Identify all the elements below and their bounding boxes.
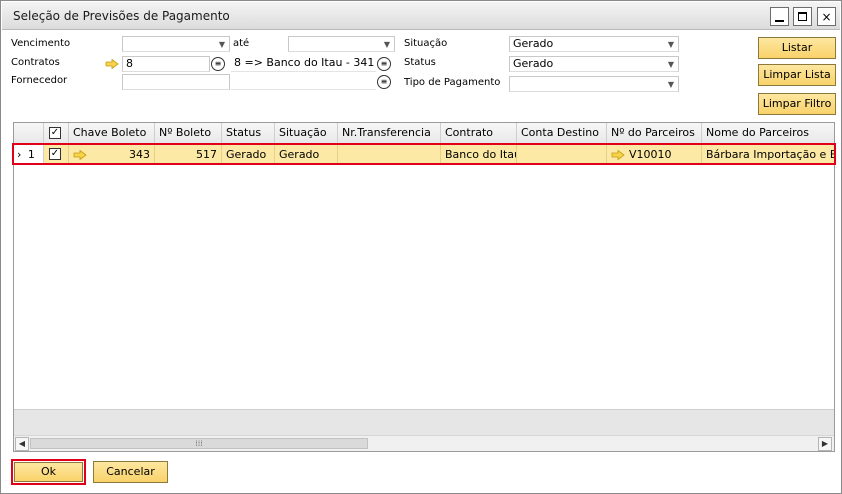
row-number-header (14, 123, 44, 144)
nome-parceiro-cell[interactable]: Bárbara Importação e Exp (702, 145, 834, 165)
row-number: 1 (27, 148, 35, 161)
n-parceiro-cell[interactable]: V10010 (607, 145, 702, 165)
column-header[interactable]: Status (222, 123, 275, 144)
horizontal-scrollbar[interactable]: ◀ ⁞⁞⁞ ▶ (14, 435, 834, 451)
row-number-cell[interactable]: › 1 (14, 145, 44, 165)
ok-button[interactable]: Ok (14, 462, 83, 482)
chevron-down-icon[interactable]: ▼ (668, 38, 674, 51)
contratos-value: 8 (126, 57, 133, 70)
scroll-left-icon[interactable]: ◀ (15, 437, 29, 451)
ate-label: até (233, 38, 250, 49)
fornecedor-label: Fornecedor (11, 75, 68, 86)
n-boleto-cell[interactable]: 517 (155, 145, 222, 165)
chevron-down-icon[interactable]: ▼ (219, 38, 225, 51)
contrato-description: 8 => Banco do Itau - 341 - Ita (231, 56, 376, 72)
grid-header: ✓ Chave Boleto Nº Boleto Status Situação… (14, 123, 834, 144)
status-value: Gerado (513, 57, 554, 70)
situacao-label: Situação (404, 38, 448, 49)
column-header[interactable]: Nº do Parceiros (607, 123, 702, 144)
list-icon[interactable]: ≡ (377, 75, 391, 89)
list-icon[interactable]: ≡ (377, 57, 391, 71)
column-header[interactable]: Nr.Transferencia (338, 123, 441, 144)
contratos-input[interactable]: 8 (122, 56, 210, 72)
status-label: Status (404, 57, 436, 68)
tipo-pagamento-select[interactable]: ▼ (509, 76, 679, 92)
column-header[interactable]: Conta Destino (517, 123, 607, 144)
status-select[interactable]: Gerado ▼ (509, 56, 679, 72)
list-icon[interactable]: ≡ (211, 57, 225, 71)
fornecedor-description (231, 74, 376, 90)
row-checkbox[interactable]: ✓ (49, 148, 61, 160)
maximize-icon (798, 12, 807, 21)
column-header[interactable]: Contrato (441, 123, 517, 144)
row-selector-icon: › (17, 148, 22, 161)
nr-transferencia-cell[interactable] (338, 145, 441, 165)
chevron-down-icon[interactable]: ▼ (384, 38, 390, 51)
row-check-cell[interactable]: ✓ (44, 145, 69, 165)
situacao-value: Gerado (513, 37, 554, 50)
table-row[interactable]: › 1 ✓ 343 517 Gerado Gerado Banco do Ita… (14, 145, 834, 165)
status-cell[interactable]: Gerado (222, 145, 275, 165)
contrato-cell[interactable]: Banco do Itau (441, 145, 517, 165)
scrollbar-thumb[interactable]: ⁞⁞⁞ (30, 438, 368, 449)
window-title: Seleção de Previsões de Pagamento (13, 9, 230, 23)
chave-boleto-value: 343 (129, 148, 150, 161)
column-header[interactable]: Chave Boleto (69, 123, 155, 144)
fornecedor-input[interactable] (122, 74, 230, 90)
select-all-header[interactable]: ✓ (44, 123, 69, 144)
link-arrow-icon[interactable] (73, 150, 87, 160)
grid-footer (14, 409, 834, 435)
vencimento-label: Vencimento (11, 38, 71, 49)
contrato-description-value: 8 => Banco do Itau - 341 - Ita (234, 56, 376, 69)
minimize-button[interactable] (770, 7, 789, 26)
chevron-down-icon[interactable]: ▼ (668, 58, 674, 71)
chave-boleto-cell[interactable]: 343 (69, 145, 155, 165)
column-header[interactable]: Situação (275, 123, 338, 144)
close-icon: × (821, 9, 832, 24)
minimize-icon (775, 19, 784, 22)
close-button[interactable]: × (817, 7, 836, 26)
limpar-filtro-button[interactable]: Limpar Filtro (758, 93, 836, 115)
limpar-lista-button[interactable]: Limpar Lista (758, 64, 836, 86)
title-bar: Seleção de Previsões de Pagamento × (2, 2, 840, 30)
tipo-pagamento-label: Tipo de Pagamento (404, 77, 501, 88)
link-arrow-icon[interactable] (611, 150, 625, 160)
vencimento-to-input[interactable]: ▼ (288, 36, 395, 52)
chevron-down-icon[interactable]: ▼ (668, 78, 674, 91)
column-header[interactable]: Nome do Parceiros (702, 123, 834, 144)
previsoes-grid: ✓ Chave Boleto Nº Boleto Status Situação… (13, 122, 835, 452)
link-arrow-icon[interactable] (105, 59, 119, 69)
column-header[interactable]: Nº Boleto (155, 123, 222, 144)
cancelar-button[interactable]: Cancelar (93, 461, 168, 483)
situacao-cell[interactable]: Gerado (275, 145, 338, 165)
conta-destino-cell[interactable] (517, 145, 607, 165)
listar-button[interactable]: Listar (758, 37, 836, 59)
scroll-right-icon[interactable]: ▶ (818, 437, 832, 451)
select-all-checkbox[interactable]: ✓ (49, 127, 61, 139)
vencimento-from-input[interactable]: ▼ (122, 36, 230, 52)
n-parceiro-value: V10010 (629, 148, 672, 161)
dialog-window: Seleção de Previsões de Pagamento × Venc… (0, 0, 842, 494)
contratos-label: Contratos (11, 57, 60, 68)
situacao-select[interactable]: Gerado ▼ (509, 36, 679, 52)
maximize-button[interactable] (793, 7, 812, 26)
